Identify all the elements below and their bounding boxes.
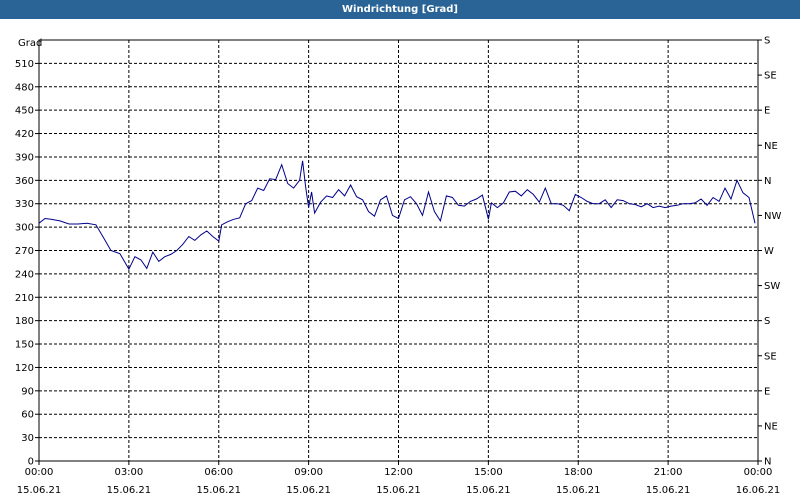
right-tick-label: N xyxy=(764,457,771,468)
y-tick-label: 60 xyxy=(21,410,34,421)
x-tick-date-label: 16.06.21 xyxy=(736,485,781,496)
x-tick-time-label: 06:00 xyxy=(204,467,233,478)
x-tick-time-label: 12:00 xyxy=(384,467,413,478)
y-tick-label: 240 xyxy=(15,269,34,280)
y-tick-label: 0 xyxy=(28,457,34,468)
x-tick-time-label: 00:00 xyxy=(25,467,54,478)
y-tick-label: 510 xyxy=(15,59,34,70)
right-tick-label: NE xyxy=(764,421,778,432)
x-tick-time-label: 03:00 xyxy=(114,467,143,478)
y-tick-label: 420 xyxy=(15,129,34,140)
right-tick-label: N xyxy=(764,176,771,187)
x-tick-time-label: 15:00 xyxy=(474,467,503,478)
y-tick-label: 300 xyxy=(15,223,34,234)
y-tick-label: 210 xyxy=(15,293,34,304)
y-tick-label: 360 xyxy=(15,176,34,187)
x-tick-date-label: 15.06.21 xyxy=(646,485,691,496)
chart-area: 0 30 60 90 120 150 180 210 240 270 300 330 360 390 420… xyxy=(0,19,800,500)
y-tick-label: 180 xyxy=(15,316,34,327)
x-tick-date-label: 15.06.21 xyxy=(466,485,511,496)
right-tick-label: SE xyxy=(764,71,777,82)
x-tick-date-label: 15.06.21 xyxy=(556,485,601,496)
y-axis-label: Grad xyxy=(18,38,42,49)
y-tick-label: 30 xyxy=(21,433,34,444)
line-chart: 0 30 60 90 120 150 180 210 240 270 300 330 360 390 420… xyxy=(15,36,782,497)
x-tick-date-label: 15.06.21 xyxy=(376,485,421,496)
y-tick-label: 450 xyxy=(15,106,34,117)
right-tick-label: NW xyxy=(764,211,781,222)
x-tick-date-label: 15.06.21 xyxy=(107,485,152,496)
x-tick-date-label: 15.06.21 xyxy=(286,485,331,496)
y-tick-label: 90 xyxy=(21,386,34,397)
right-tick-label: S xyxy=(764,316,770,327)
y-tick-label: 390 xyxy=(15,152,34,163)
window-title: Windrichtung [Grad] xyxy=(0,0,800,19)
right-tick-label: E xyxy=(764,386,770,397)
x-tick-time-label: 00:00 xyxy=(744,467,773,478)
y-tick-label: 150 xyxy=(15,340,34,351)
y-tick-label: 270 xyxy=(15,246,34,257)
right-tick-label: NE xyxy=(764,141,778,152)
x-tick-date-label: 15.06.21 xyxy=(17,485,62,496)
right-tick-label: W xyxy=(764,246,774,257)
right-tick-label: S xyxy=(764,36,770,47)
y-tick-label: 120 xyxy=(15,363,34,374)
x-tick-time-label: 21:00 xyxy=(654,467,683,478)
x-tick-date-label: 15.06.21 xyxy=(196,485,241,496)
y-tick-label: 330 xyxy=(15,199,34,210)
right-tick-label: SW xyxy=(764,281,780,292)
x-tick-time-label: 18:00 xyxy=(564,467,593,478)
right-tick-label: E xyxy=(764,106,770,117)
right-tick-label: SE xyxy=(764,351,777,362)
y-tick-label: 480 xyxy=(15,82,34,93)
x-tick-time-label: 09:00 xyxy=(294,467,323,478)
